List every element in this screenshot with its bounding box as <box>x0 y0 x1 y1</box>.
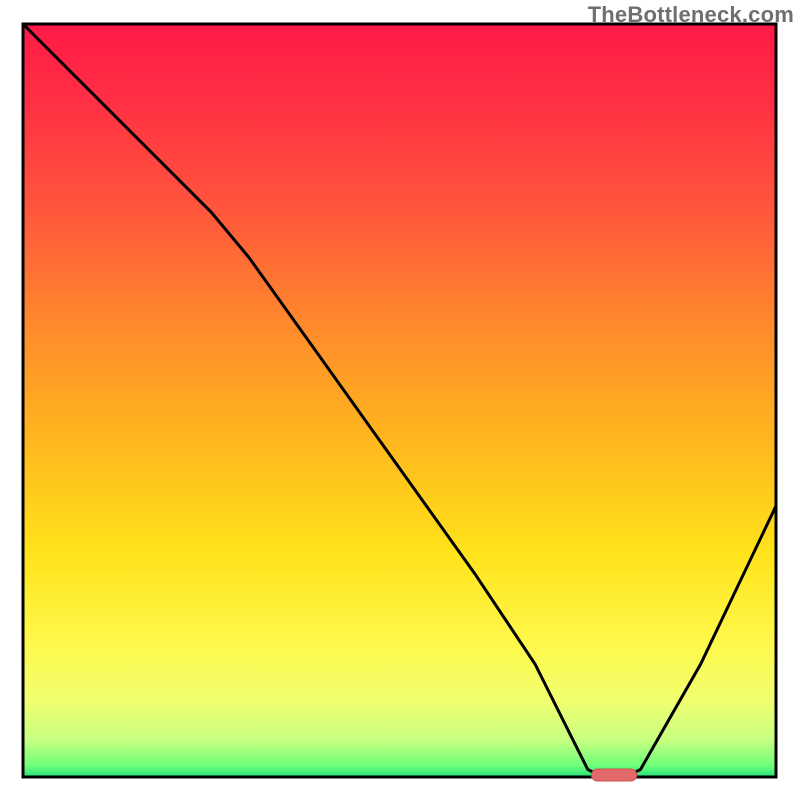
optimal-marker <box>592 769 637 781</box>
plot-overlay <box>0 0 800 800</box>
watermark-text: TheBottleneck.com <box>588 2 794 28</box>
bottleneck-curve <box>23 24 776 777</box>
chart-canvas: TheBottleneck.com <box>0 0 800 800</box>
